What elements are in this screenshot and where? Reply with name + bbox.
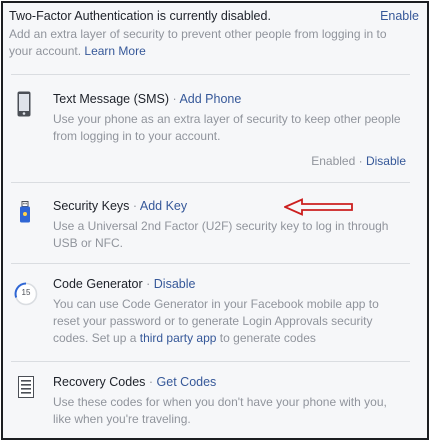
code-generator-timer-icon: 15 (14, 282, 38, 309)
sms-description: Use your phone as an extra layer of secu… (53, 112, 401, 143)
add-phone-link[interactable]: Add Phone (179, 92, 241, 106)
recovery-codes-description: Use these codes for when you don't have … (53, 395, 387, 426)
header-description: Add an extra layer of security to preven… (9, 26, 404, 60)
divider (11, 182, 410, 183)
sms-enabled-status: Enabled (311, 154, 356, 168)
code-generator-icon-number: 15 (21, 288, 31, 297)
two-factor-settings-panel: Two-Factor Authentication is currently d… (1, 1, 429, 440)
sms-title-row: Text Message (SMS) · Add Phone (53, 92, 241, 106)
phone-icon (17, 91, 31, 120)
sms-disable-link[interactable]: Disable (366, 154, 406, 168)
two-factor-header: Two-Factor Authentication is currently d… (9, 9, 419, 60)
header-row: Two-Factor Authentication is currently d… (9, 9, 419, 23)
security-keys-description: Use a Universal 2nd Factor (U2F) securit… (53, 219, 389, 250)
separator-dot: · (358, 154, 363, 168)
recovery-codes-title: Recovery Codes (53, 375, 146, 389)
third-party-app-link[interactable]: third party app (140, 331, 217, 345)
two-factor-status-text: Two-Factor Authentication is currently d… (9, 9, 271, 23)
code-generator-disable-link[interactable]: Disable (154, 277, 196, 291)
divider (11, 74, 410, 75)
code-generator-title: Code Generator (53, 277, 143, 291)
code-generator-description-text: You can use Code Generator in your Faceb… (53, 297, 379, 345)
red-arrow-annotation-icon (282, 198, 354, 219)
recovery-codes-list-icon (18, 376, 34, 401)
sms-title: Text Message (SMS) (53, 92, 170, 106)
divider (11, 361, 410, 362)
usb-key-icon (19, 201, 31, 226)
code-generator-title-row: Code Generator · Disable (53, 277, 195, 291)
separator-dot: · (132, 199, 138, 213)
security-keys-title-row: Security Keys · Add Key (53, 199, 187, 213)
add-key-link[interactable]: Add Key (140, 199, 187, 213)
code-generator-section: 15 Code Generator · Disable You can use … (11, 273, 410, 353)
recovery-codes-section: Recovery Codes · Get Codes Use these cod… (11, 371, 410, 431)
sms-status-row: Enabled · Disable (311, 154, 406, 168)
sms-section: Text Message (SMS) · Add Phone Use your … (11, 88, 410, 173)
learn-more-link[interactable]: Learn More (84, 44, 145, 58)
separator-dot: · (148, 375, 154, 389)
separator-dot: · (172, 92, 177, 106)
security-keys-title: Security Keys (53, 199, 130, 213)
header-description-text: Add an extra layer of security to preven… (9, 27, 387, 58)
code-generator-description-end: to generate codes (219, 331, 316, 345)
get-codes-link[interactable]: Get Codes (157, 375, 217, 389)
enable-link[interactable]: Enable (380, 9, 419, 23)
recovery-codes-title-row: Recovery Codes · Get Codes (53, 375, 216, 389)
separator-dot: · (146, 277, 151, 291)
divider (11, 263, 410, 264)
code-generator-description: You can use Code Generator in your Faceb… (53, 296, 383, 347)
